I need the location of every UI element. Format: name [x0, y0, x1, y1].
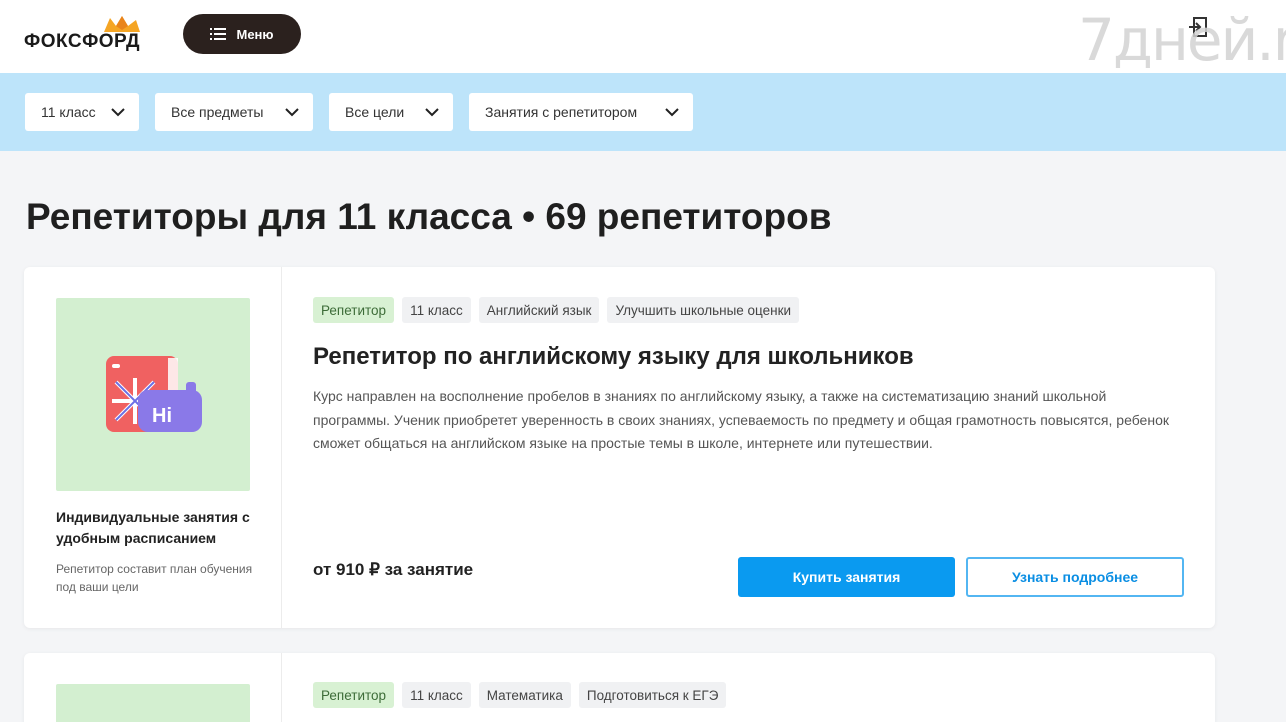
tag: Математика [478, 682, 571, 708]
logo-text: ФОКСФОРД [24, 31, 141, 52]
filter-label: Занятия с репетитором [485, 104, 638, 120]
tutor-count: 69 репетиторов [545, 196, 832, 237]
filter-goals[interactable]: Все цели [329, 93, 453, 131]
list-icon [210, 28, 227, 40]
filter-label: Все предметы [171, 104, 264, 120]
card-sidebar: Hi Индивидуальные занятия с удобным расп… [24, 267, 282, 628]
learn-more-button[interactable]: Узнать подробнее [966, 557, 1184, 597]
filter-label: 11 класс [41, 104, 96, 120]
filter-subjects[interactable]: Все предметы [155, 93, 313, 131]
feature-description: Репетитор составит план обучения под ваш… [56, 562, 253, 594]
tag: Подготовиться к ЕГЭ [578, 682, 727, 708]
tag: Репетитор [313, 682, 395, 708]
course-thumbnail: Hi [56, 298, 250, 491]
tag: Английский язык [478, 297, 600, 323]
course-description: Курс направлен на восполнение пробелов в… [313, 388, 1169, 451]
chevron-down-icon [665, 107, 679, 116]
buy-lessons-button[interactable]: Купить занятия [738, 557, 955, 597]
filter-label: Все цели [345, 104, 405, 120]
site-header: ФОКСФОРД Меню 7дней.ru [0, 0, 1286, 74]
filter-grade[interactable]: 11 класс [25, 93, 139, 131]
course-title[interactable]: Репетитор по английскому языку для школь… [313, 343, 914, 371]
course-card: Репетитор 11 класс Математика Подготовит… [24, 653, 1215, 722]
filter-bar: 11 класс Все предметы Все цели Занятия с… [0, 73, 1286, 151]
chevron-down-icon [425, 107, 439, 116]
watermark: 7дней.ru [1078, 6, 1286, 74]
filter-format[interactable]: Занятия с репетитором [469, 93, 693, 131]
page-title-main: Репетиторы для 11 класса [26, 196, 512, 237]
tag: 11 класс [402, 297, 471, 323]
tag-list: Репетитор 11 класс Математика Подготовит… [313, 682, 727, 708]
chevron-down-icon [285, 107, 299, 116]
chevron-down-icon [111, 107, 125, 116]
tag-list: Репетитор 11 класс Английский язык Улучш… [313, 297, 800, 323]
course-price: от 910 ₽ за занятие [313, 560, 474, 579]
english-book-icon: Hi [106, 356, 202, 432]
tag: 11 класс [402, 682, 471, 708]
card-sidebar [24, 653, 282, 722]
menu-label: Меню [236, 26, 274, 42]
thumb-badge-text: Hi [152, 405, 172, 427]
course-thumbnail [56, 684, 250, 722]
feature-title: Индивидуальные занятия с удобным расписа… [56, 509, 250, 546]
page-title: Репетиторы для 11 класса • 69 репетиторо… [26, 196, 831, 238]
tag: Улучшить школьные оценки [607, 297, 800, 323]
foxford-logo[interactable]: ФОКСФОРД [24, 14, 164, 54]
title-separator: • [522, 196, 536, 237]
tag: Репетитор [313, 297, 395, 323]
menu-button[interactable]: Меню [183, 14, 301, 54]
course-card: Hi Индивидуальные занятия с удобным расп… [24, 267, 1215, 628]
